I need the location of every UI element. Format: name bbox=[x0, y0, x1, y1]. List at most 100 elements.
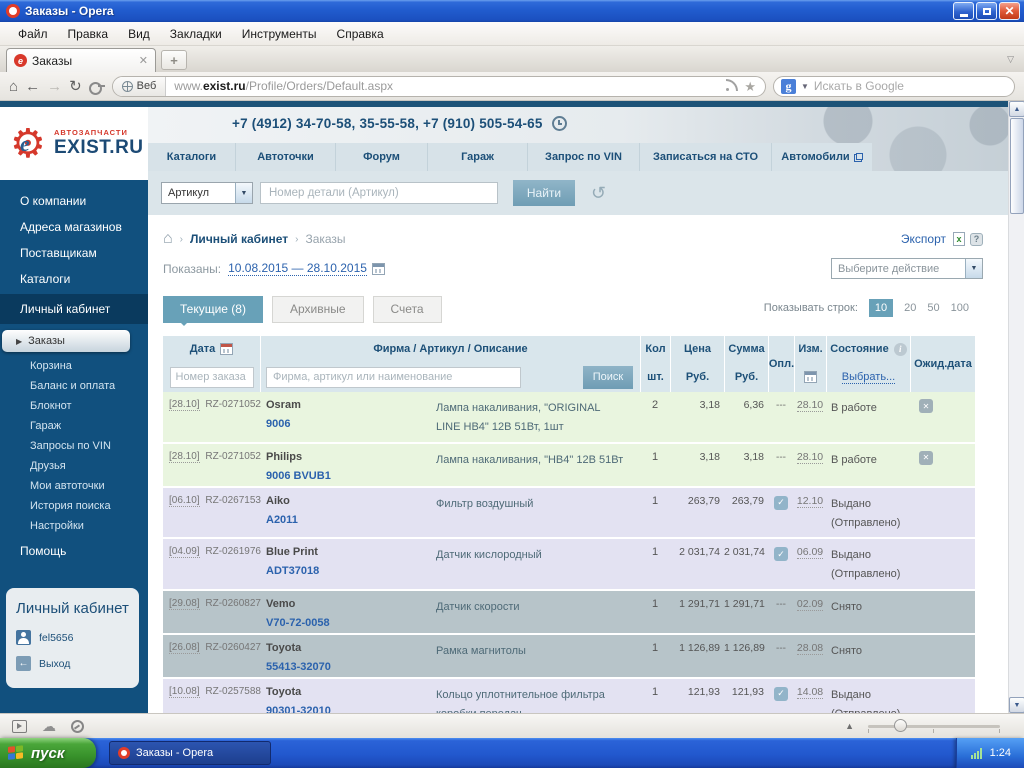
order-date-link[interactable]: [28.10] bbox=[169, 451, 200, 463]
sidebar-subitem-balance[interactable]: Баланс и оплата bbox=[0, 376, 148, 396]
help-icon[interactable]: ? bbox=[970, 233, 983, 246]
nav-automobiles[interactable]: Автомобили bbox=[772, 143, 872, 171]
bookmark-star-icon[interactable]: ★ bbox=[744, 80, 756, 93]
restore-button[interactable] bbox=[976, 2, 997, 20]
url-field[interactable]: Веб www.exist.ru/Profile/Orders/Default.… bbox=[112, 76, 766, 97]
delete-order-icon[interactable]: ✕ bbox=[919, 451, 933, 465]
sidebar-item-suppliers[interactable]: Поставщикам bbox=[0, 240, 148, 266]
search-history-icon[interactable]: ↺ bbox=[591, 184, 606, 202]
rss-icon[interactable] bbox=[725, 80, 737, 92]
sidebar-item-addresses[interactable]: Адреса магазинов bbox=[0, 214, 148, 240]
table-search-button[interactable]: Поиск bbox=[583, 366, 633, 389]
changed-date-link[interactable]: 28.10 bbox=[797, 451, 823, 464]
sidebar-subitem-cart[interactable]: Корзина bbox=[0, 356, 148, 376]
menu-file[interactable]: Файл bbox=[8, 24, 58, 44]
article-link[interactable]: V70-72-0058 bbox=[266, 617, 428, 629]
zoom-slider-knob[interactable] bbox=[894, 719, 907, 732]
changed-date-link[interactable]: 28.08 bbox=[797, 642, 823, 655]
network-signal-icon[interactable] bbox=[971, 748, 982, 759]
tab-archive-orders[interactable]: Архивные bbox=[272, 296, 364, 323]
sidebar-subitem-settings[interactable]: Настройки bbox=[0, 516, 148, 536]
browser-tab-orders[interactable]: e Заказы ✕ bbox=[6, 48, 156, 72]
changed-date-link[interactable]: 12.10 bbox=[797, 495, 823, 508]
paid-checkbox[interactable]: ✓ bbox=[774, 687, 788, 701]
order-date-link[interactable]: [28.10] bbox=[169, 399, 200, 411]
changed-date-link[interactable]: 28.10 bbox=[797, 399, 823, 412]
taskbar-task-opera[interactable]: Заказы - Opera bbox=[109, 741, 271, 765]
chevron-down-icon[interactable]: ▼ bbox=[965, 259, 982, 278]
nav-vin-request[interactable]: Запрос по VIN bbox=[528, 143, 640, 171]
sidebar-item-help[interactable]: Помощь bbox=[0, 538, 148, 564]
reload-icon[interactable]: ↻ bbox=[69, 79, 82, 94]
delete-order-icon[interactable]: ✕ bbox=[919, 399, 933, 413]
status-filter-link[interactable]: Выбрать... bbox=[842, 371, 895, 384]
article-link[interactable]: A2011 bbox=[266, 514, 428, 526]
rows-per-page-50[interactable]: 50 bbox=[927, 302, 939, 314]
calendar-icon[interactable] bbox=[372, 263, 385, 275]
order-date-link[interactable]: [06.10] bbox=[169, 495, 200, 507]
new-tab-button[interactable]: + bbox=[161, 50, 187, 70]
site-logo[interactable]: ⚙е АВТОЗАПЧАСТИ EXIST.RU bbox=[0, 107, 148, 180]
order-date-link[interactable]: [26.08] bbox=[169, 642, 200, 654]
rows-per-page-20[interactable]: 20 bbox=[904, 302, 916, 314]
menu-help[interactable]: Справка bbox=[327, 24, 394, 44]
sidebar-subitem-history[interactable]: История поиска bbox=[0, 496, 148, 516]
order-number-filter-input[interactable] bbox=[170, 367, 254, 388]
menu-tools[interactable]: Инструменты bbox=[232, 24, 327, 44]
search-category-select[interactable]: Артикул ▼ bbox=[161, 182, 253, 204]
article-link[interactable]: 9006 bbox=[266, 418, 428, 430]
tab-current-orders[interactable]: Текущие (8) bbox=[163, 296, 263, 323]
rows-per-page-100[interactable]: 100 bbox=[951, 302, 969, 314]
web-badge[interactable]: Веб bbox=[113, 77, 167, 96]
sidebar-subitem-vin[interactable]: Запросы по VIN bbox=[0, 436, 148, 456]
sidebar-subitem-autopoints[interactable]: Мои автоточки bbox=[0, 476, 148, 496]
sidebar-subitem-orders[interactable]: ▶Заказы bbox=[2, 330, 130, 352]
action-select[interactable]: Выберите действие ▼ bbox=[831, 258, 983, 279]
cloud-sync-icon[interactable]: ☁ bbox=[42, 719, 56, 733]
minimize-button[interactable] bbox=[953, 2, 974, 20]
find-button[interactable]: Найти bbox=[513, 180, 575, 206]
clock-time[interactable]: 1:24 bbox=[990, 747, 1011, 759]
back-icon[interactable]: ← bbox=[25, 79, 40, 94]
firm-filter-input[interactable] bbox=[266, 367, 521, 388]
export-link[interactable]: Экспорт bbox=[901, 232, 946, 246]
order-date-link[interactable]: [29.08] bbox=[169, 598, 200, 610]
menu-bookmarks[interactable]: Закладки bbox=[160, 24, 232, 44]
home-breadcrumb-icon[interactable]: ⌂ bbox=[163, 231, 173, 247]
changed-date-link[interactable]: 14.08 bbox=[797, 686, 823, 699]
zoom-slider[interactable] bbox=[868, 719, 1000, 733]
order-date-link[interactable]: [04.09] bbox=[169, 546, 200, 558]
chevron-down-icon[interactable]: ▽ bbox=[1007, 54, 1014, 65]
excel-export-icon[interactable]: x bbox=[953, 232, 965, 246]
sidebar-subitem-notebook[interactable]: Блокнот bbox=[0, 396, 148, 416]
key-icon[interactable] bbox=[89, 82, 105, 91]
article-link[interactable]: 55413-32070 bbox=[266, 661, 428, 673]
chevron-down-icon[interactable]: ▼ bbox=[235, 183, 252, 203]
close-button[interactable]: ✕ bbox=[999, 2, 1020, 20]
turbo-icon[interactable] bbox=[71, 720, 84, 733]
article-link[interactable]: ADT37018 bbox=[266, 565, 428, 577]
logout-link[interactable]: ← Выход bbox=[16, 656, 129, 671]
sidebar-item-catalogs[interactable]: Каталоги bbox=[0, 266, 148, 292]
sidebar-subitem-friends[interactable]: Друзья bbox=[0, 456, 148, 476]
nav-garage[interactable]: Гараж bbox=[428, 143, 528, 171]
account-user[interactable]: fel5656 bbox=[16, 630, 129, 645]
nav-sto[interactable]: Записаться на СТО bbox=[640, 143, 772, 171]
home-icon[interactable]: ⌂ bbox=[9, 79, 18, 94]
part-number-input[interactable] bbox=[260, 182, 498, 204]
menu-edit[interactable]: Правка bbox=[58, 24, 119, 44]
nav-forum[interactable]: Форум bbox=[336, 143, 428, 171]
order-date-link[interactable]: [10.08] bbox=[169, 686, 200, 698]
fit-width-icon[interactable]: ▲ bbox=[845, 721, 854, 731]
tab-close-icon[interactable]: ✕ bbox=[139, 54, 148, 67]
period-range-link[interactable]: 10.08.2015 — 28.10.2015 bbox=[228, 261, 367, 276]
calendar-icon[interactable] bbox=[220, 343, 233, 355]
forward-icon[interactable]: → bbox=[47, 79, 62, 94]
scroll-up-icon[interactable]: ▲ bbox=[1009, 101, 1024, 117]
sidebar-item-about[interactable]: О компании bbox=[0, 188, 148, 214]
nav-autopoints[interactable]: Автоточки bbox=[236, 143, 336, 171]
tab-bills[interactable]: Счета bbox=[373, 296, 442, 323]
changed-date-link[interactable]: 02.09 bbox=[797, 598, 823, 611]
menu-view[interactable]: Вид bbox=[118, 24, 160, 44]
changed-date-link[interactable]: 06.09 bbox=[797, 546, 823, 559]
